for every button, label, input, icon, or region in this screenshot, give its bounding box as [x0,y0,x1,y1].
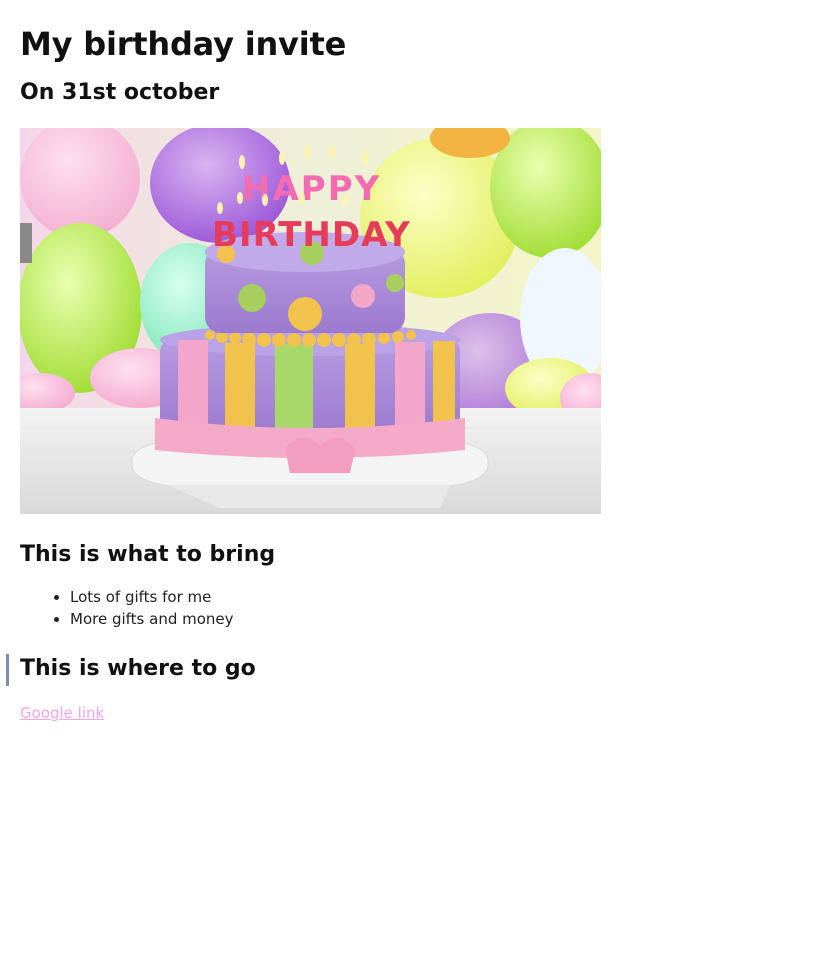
where-section: This is where to go [6,654,798,686]
google-maps-link[interactable]: Google link [20,704,104,722]
page-content: My birthday invite On 31st october HAPPY… [0,0,818,722]
list-item: Lots of gifts for me [70,586,798,608]
bring-heading: This is what to bring [20,542,276,567]
cake-illustration: HAPPY BIRTHDAY [20,128,601,514]
focus-indicator [6,654,9,686]
list-item: More gifts and money [70,608,798,630]
bring-list: Lots of gifts for me More gifts and mone… [20,586,798,630]
candle-text-birthday: BIRTHDAY [212,215,411,255]
birthday-cake-image: HAPPY BIRTHDAY [20,128,601,514]
page-title: My birthday invite [20,25,347,63]
where-heading: This is where to go [20,656,256,681]
date-heading: On 31st october [20,80,220,105]
